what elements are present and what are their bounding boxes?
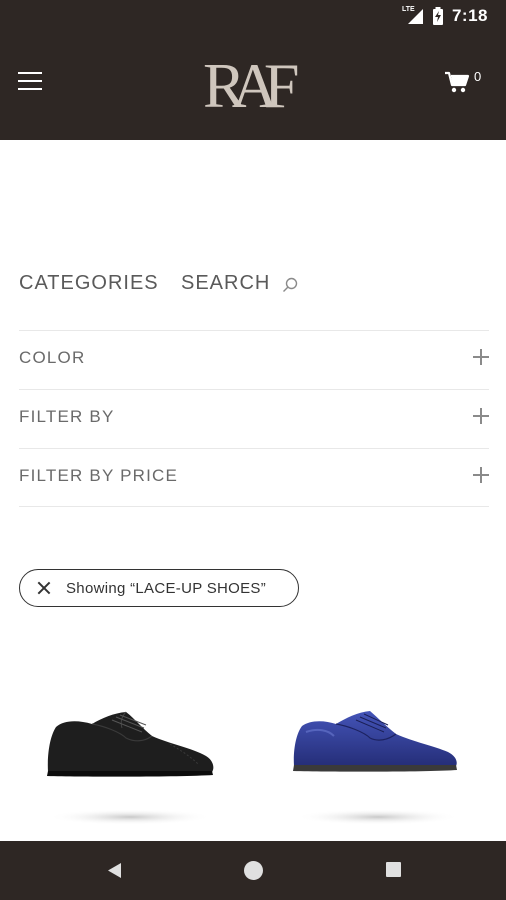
network-label: LTE bbox=[401, 6, 415, 13]
search-icon bbox=[282, 276, 298, 292]
accordion-label: COLOR bbox=[19, 348, 86, 367]
status-time: 7:18 bbox=[451, 6, 488, 25]
tab-search-label: SEARCH bbox=[181, 272, 271, 294]
cart-icon[interactable] bbox=[444, 70, 470, 94]
accordion-color[interactable]: COLOR bbox=[19, 330, 489, 389]
plus-icon[interactable] bbox=[473, 408, 489, 424]
accordion-label: FILTER BY PRICE bbox=[19, 466, 179, 485]
accordion-filter-by[interactable]: FILTER BY bbox=[19, 389, 489, 448]
product-grid bbox=[0, 680, 506, 841]
logo-text: RAF bbox=[203, 52, 298, 114]
accordion-filter-by-price[interactable]: FILTER BY PRICE bbox=[19, 448, 489, 507]
plus-icon[interactable] bbox=[473, 467, 489, 483]
active-filter-chip[interactable]: Showing “LACE-UP SHOES” bbox=[19, 569, 299, 607]
home-icon[interactable] bbox=[244, 861, 263, 880]
accordion-label: FILTER BY bbox=[19, 407, 115, 426]
cart-count-badge: 0 bbox=[474, 69, 482, 84]
plus-icon[interactable] bbox=[473, 349, 489, 365]
product-card-black-shoe[interactable] bbox=[30, 680, 230, 841]
blue-shoe-image bbox=[293, 711, 460, 825]
raf-logo[interactable]: RAF bbox=[203, 50, 312, 121]
active-filter-label: Showing “LACE-UP SHOES” bbox=[66, 579, 267, 597]
tab-categories[interactable]: CATEGORIES bbox=[19, 272, 159, 295]
hamburger-menu-icon[interactable] bbox=[18, 70, 42, 92]
status-icons: LTE 7:18 bbox=[402, 6, 488, 26]
status-bar: LTE 7:18 bbox=[0, 0, 506, 32]
close-icon[interactable] bbox=[38, 582, 50, 594]
recent-apps-icon[interactable] bbox=[386, 862, 401, 877]
signal-icon: LTE bbox=[402, 6, 424, 25]
product-card-blue-shoe[interactable] bbox=[278, 680, 478, 841]
app-header: RAF 0 bbox=[0, 32, 506, 140]
black-shoe-image bbox=[47, 711, 214, 825]
filter-tabs: CATEGORIES SEARCH bbox=[19, 260, 489, 308]
back-icon[interactable] bbox=[106, 862, 122, 884]
system-nav-bar bbox=[0, 841, 506, 900]
battery-icon bbox=[432, 7, 444, 25]
tab-search[interactable]: SEARCH bbox=[181, 272, 298, 295]
filter-accordion: COLOR FILTER BY FILTER BY PRICE bbox=[19, 330, 489, 507]
